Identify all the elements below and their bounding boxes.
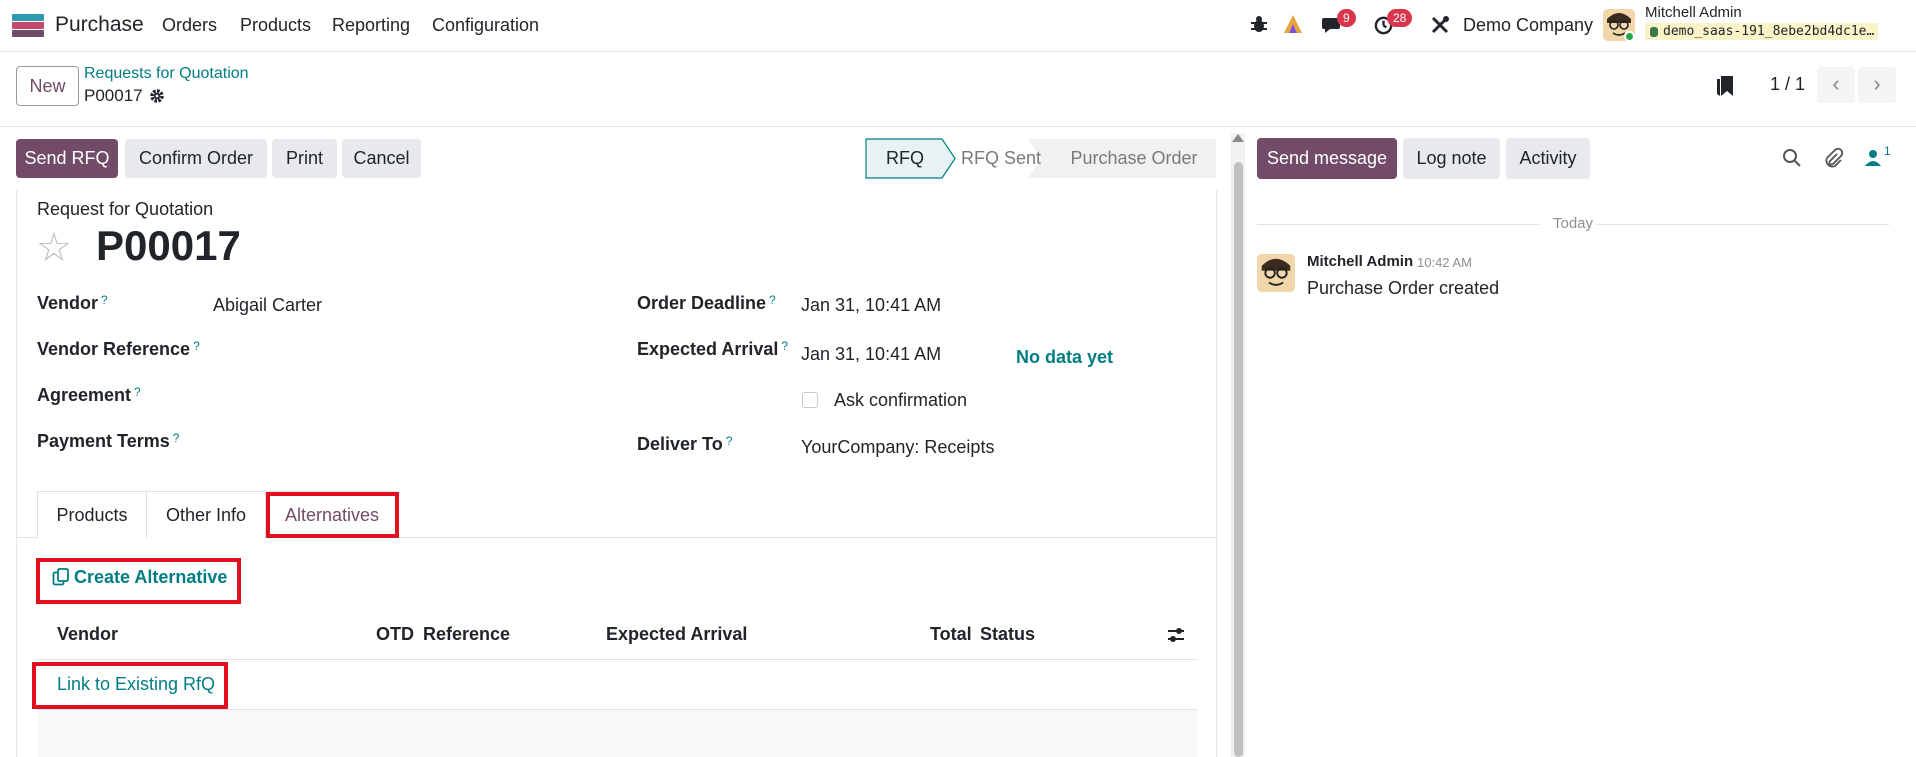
column-otd[interactable]: OTD [376,624,414,645]
sheet-border-left [16,190,17,757]
payment-terms-help-icon[interactable]: ? [173,431,180,445]
followers-icon[interactable] [1864,148,1882,168]
gear-icon[interactable] [149,88,165,104]
ask-confirmation-label[interactable]: Ask confirmation [834,390,967,411]
purchase-app-icon[interactable] [12,14,44,37]
agreement-help-icon[interactable]: ? [134,385,141,399]
message-author[interactable]: Mitchell Admin [1307,253,1413,270]
column-total[interactable]: Total [930,624,972,645]
ai-assistant-icon[interactable] [1282,13,1304,35]
expected-arrival-label: Expected Arrival? [637,339,789,359]
payment-terms-input[interactable] [213,427,593,457]
print-button[interactable]: Print [272,139,337,178]
vendor-reference-label: Vendor Reference? [37,339,200,359]
record-name: P00017 [96,222,241,269]
vendor-help-icon[interactable]: ? [101,293,108,307]
activity-button[interactable]: Activity [1506,138,1590,179]
agreement-input[interactable] [213,381,593,411]
stage-purchase-order[interactable]: Purchase Order [1053,138,1215,179]
vendor-reference-input[interactable] [213,335,593,365]
top-navbar: Purchase Orders Products Reporting Confi… [0,0,1916,52]
tab-alternatives[interactable]: Alternatives [266,491,398,538]
control-panel-divider [0,126,1916,127]
user-name[interactable]: Mitchell Admin [1645,4,1742,21]
column-vendor[interactable]: Vendor [57,624,118,645]
chevron-left-icon: ‹ [1832,71,1840,96]
order-deadline-field[interactable]: Jan 31, 10:41 AM [801,295,941,316]
messages-count-badge: 9 [1337,9,1356,27]
log-note-button[interactable]: Log note [1403,138,1500,179]
send-message-button[interactable]: Send message [1257,138,1397,179]
pager-previous-button[interactable]: ‹ [1817,67,1855,103]
menu-configuration[interactable]: Configuration [432,15,539,36]
column-expected-arrival[interactable]: Expected Arrival [606,624,747,645]
sheet-border-right [1216,190,1217,757]
app-name[interactable]: Purchase [55,13,144,37]
create-alternative-label: Create Alternative [74,567,228,587]
activities-count-badge: 28 [1387,9,1413,27]
date-separator-right [1597,224,1889,225]
deliver-to-field[interactable]: YourCompany: Receipts [801,437,994,458]
vendor-reference-help-icon[interactable]: ? [193,339,200,353]
send-rfq-button[interactable]: Send RFQ [16,139,118,178]
tools-icon[interactable] [1429,14,1451,36]
column-reference[interactable]: Reference [423,624,510,645]
stage-rfq-sent[interactable]: RFQ Sent [955,138,1047,179]
new-button[interactable]: New [16,66,79,106]
followers-count: 1 [1884,144,1891,158]
order-deadline-label: Order Deadline? [637,293,776,313]
priority-star-icon[interactable]: ☆ [36,226,72,270]
pager-next-button[interactable]: › [1858,67,1896,103]
payment-terms-label: Payment Terms? [37,431,180,451]
vendor-label: Vendor? [37,293,108,313]
stage-rfq[interactable]: RFQ [865,138,945,179]
paperclip-icon[interactable] [1823,148,1843,170]
order-deadline-help-icon[interactable]: ? [769,293,776,307]
menu-reporting[interactable]: Reporting [332,15,410,36]
breadcrumb-rfq-list[interactable]: Requests for Quotation [84,65,249,83]
optional-columns-icon[interactable] [1166,625,1186,645]
breadcrumb-current: P00017 [84,86,143,105]
scroll-up-arrow-icon[interactable] [1232,134,1244,142]
expected-arrival-help-icon[interactable]: ? [781,339,788,353]
expected-arrival-field[interactable]: Jan 31, 10:41 AM [801,344,941,365]
table-empty-row [37,710,1197,757]
date-separator-label: Today [1553,215,1594,232]
form-scrollbar-thumb[interactable] [1234,162,1243,757]
on-time-rate-no-data: No data yet [1016,347,1114,367]
ask-confirmation-checkbox[interactable] [802,392,818,408]
message-body: Purchase Order created [1307,278,1500,298]
menu-orders[interactable]: Orders [162,15,217,36]
author-face-icon [1257,254,1295,292]
tab-products[interactable]: Products [37,491,147,538]
copy-icon [52,568,69,586]
company-switcher[interactable]: Demo Company [1463,15,1593,36]
deliver-to-label: Deliver To? [637,434,733,454]
cancel-button[interactable]: Cancel [342,139,421,178]
message-time: 10:42 AM [1417,255,1472,270]
link-existing-rfq-button[interactable]: Link to Existing RfQ [57,674,215,695]
document-type-title: Request for Quotation [37,199,214,219]
agreement-label: Agreement? [37,385,141,405]
status-bar: RFQ RFQ Sent Purchase Order [865,138,1217,179]
message-author-avatar[interactable] [1257,254,1295,292]
date-separator-left [1257,224,1539,225]
vendor-field[interactable]: Abigail Carter [213,295,322,316]
chevron-right-icon: › [1873,71,1881,96]
table-header-line [37,659,1197,660]
search-icon[interactable] [1782,148,1802,168]
menu-products[interactable]: Products [240,15,311,36]
create-alternative-button[interactable]: Create Alternative [52,567,227,588]
pager-value[interactable]: 1 / 1 [1770,74,1805,95]
column-status[interactable]: Status [980,624,1035,645]
tab-other-info[interactable]: Other Info [146,491,266,538]
database-name: demo_saas-191_8ebe2bd4dc1e… [1645,23,1879,40]
confirm-order-button[interactable]: Confirm Order [125,139,267,178]
bookmark-icon[interactable] [1715,74,1735,98]
deliver-to-help-icon[interactable]: ? [726,434,733,448]
debug-bug-icon[interactable] [1249,14,1269,34]
online-status-dot [1624,31,1635,42]
